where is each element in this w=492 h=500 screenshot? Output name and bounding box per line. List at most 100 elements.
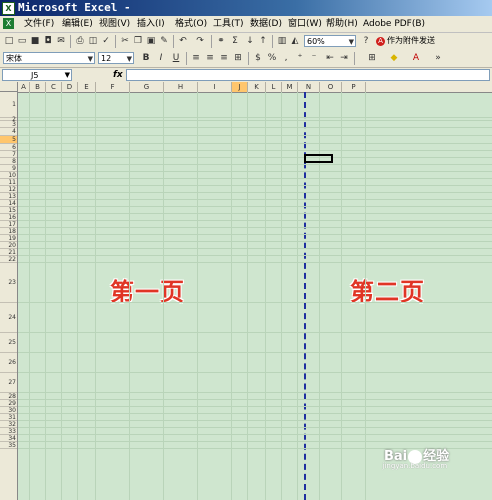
save-icon[interactable]: ■ (29, 35, 41, 47)
menu-format[interactable]: 格式(O) (175, 16, 207, 32)
underline-icon[interactable]: U (170, 52, 182, 64)
format-painter-icon[interactable]: ✎ (158, 35, 170, 47)
row-header-cell[interactable]: 34 (0, 435, 17, 442)
row-header-cell[interactable]: 4 (0, 128, 17, 136)
menu-adobe-pdf[interactable]: Adobe PDF(B) (363, 16, 425, 32)
row-header-cell[interactable]: 16 (0, 214, 17, 221)
row-header-cell[interactable]: 13 (0, 193, 17, 200)
row-header-cell[interactable]: 14 (0, 200, 17, 207)
row-header-cell[interactable]: 12 (0, 186, 17, 193)
formula-input[interactable] (126, 69, 490, 81)
select-all-corner[interactable] (0, 82, 18, 92)
fill-color-icon[interactable]: ◆ (388, 52, 400, 64)
excel-icon[interactable]: X (2, 2, 15, 15)
row-header-cell[interactable]: 8 (0, 158, 17, 165)
row-header-cell[interactable]: 33 (0, 428, 17, 435)
merge-center-icon[interactable]: ⊞ (232, 52, 244, 64)
row-header-cell[interactable]: 24 (0, 303, 17, 333)
column-header-cell[interactable]: G (130, 82, 164, 92)
menu-edit[interactable]: 编辑(E) (62, 16, 93, 32)
menu-view[interactable]: 视图(V) (99, 16, 130, 32)
column-header-cell[interactable]: L (266, 82, 282, 92)
column-header-cell[interactable]: J (232, 82, 248, 92)
active-cell[interactable] (304, 154, 333, 163)
font-color-icon[interactable]: A (410, 52, 422, 64)
row-header-cell[interactable]: 21 (0, 249, 17, 256)
comma-icon[interactable]: , (280, 52, 292, 64)
spelling-icon[interactable]: ✓ (100, 35, 112, 47)
hyperlink-icon[interactable]: ⚭ (215, 35, 227, 47)
italic-icon[interactable]: I (155, 52, 167, 64)
row-header-cell[interactable]: 3 (0, 121, 17, 128)
column-header-cell[interactable]: I (198, 82, 232, 92)
autosum-icon[interactable]: Σ (229, 35, 241, 47)
paste-icon[interactable]: ▣ (145, 35, 157, 47)
column-header-cell[interactable]: F (96, 82, 130, 92)
increase-decimal-icon[interactable]: ⁺ (294, 52, 306, 64)
cut-icon[interactable]: ✂ (119, 35, 131, 47)
decrease-indent-icon[interactable]: ⇤ (324, 52, 336, 64)
row-header-cell[interactable]: 28 (0, 393, 17, 400)
column-header-cell[interactable]: P (342, 82, 366, 92)
column-header-cell[interactable]: H (164, 82, 198, 92)
align-center-icon[interactable]: ≡ (204, 52, 216, 64)
row-header-cell[interactable]: 6 (0, 144, 17, 151)
row-header-cell[interactable]: 11 (0, 179, 17, 186)
font-size-select[interactable]: 12 ▼ (98, 52, 134, 64)
row-header-cell[interactable]: 5 (0, 136, 17, 144)
row-header-cell[interactable]: 1 (0, 92, 17, 118)
row-header-cell[interactable]: 22 (0, 256, 17, 263)
copy-icon[interactable]: ❐ (132, 35, 144, 47)
permission-icon[interactable]: ◘ (42, 35, 54, 47)
column-header-cell[interactable]: K (248, 82, 266, 92)
column-header-cell[interactable]: A (18, 82, 30, 92)
column-header-cell[interactable]: D (62, 82, 78, 92)
currency-icon[interactable]: $ (252, 52, 264, 64)
percent-icon[interactable]: % (266, 52, 278, 64)
row-header-cell[interactable]: 35 (0, 442, 17, 449)
toolbar-options-icon[interactable]: » (432, 52, 444, 64)
column-header-cell[interactable]: E (78, 82, 96, 92)
row-header-cell[interactable]: 10 (0, 172, 17, 179)
drawing-icon[interactable]: ◭ (289, 35, 301, 47)
row-header-cell[interactable]: 17 (0, 221, 17, 228)
row-header-cell[interactable]: 18 (0, 228, 17, 235)
decrease-decimal-icon[interactable]: ⁻ (308, 52, 320, 64)
row-header-cell[interactable]: 19 (0, 235, 17, 242)
sort-descending-icon[interactable]: ↑ (257, 35, 269, 47)
row-header-cell[interactable]: 30 (0, 407, 17, 414)
font-name-select[interactable]: 宋体 ▼ (3, 52, 95, 64)
print-preview-icon[interactable]: ◫ (87, 35, 99, 47)
pdf-send-attachment-button[interactable]: A 作为附件发送 (376, 35, 435, 47)
row-header-cell[interactable]: 31 (0, 414, 17, 421)
increase-indent-icon[interactable]: ⇥ (338, 52, 350, 64)
fx-icon[interactable]: fx (113, 69, 123, 81)
menu-data[interactable]: 数据(D) (250, 16, 282, 32)
worksheet[interactable]: ABCDEFGHIJKLMNOP 1 2 3 4 5 6 7 8 9 10 11 12 13 14 15 16… (0, 82, 492, 500)
new-icon[interactable]: □ (3, 35, 15, 47)
borders-icon[interactable]: ⊞ (366, 52, 378, 64)
zoom-select[interactable]: 60% ▼ (304, 35, 356, 47)
open-icon[interactable]: ▭ (16, 35, 28, 47)
sort-ascending-icon[interactable]: ↓ (244, 35, 256, 47)
menu-window[interactable]: 窗口(W) (288, 16, 322, 32)
menu-tools[interactable]: 工具(T) (213, 16, 244, 32)
column-header-cell[interactable]: O (320, 82, 342, 92)
align-right-icon[interactable]: ≡ (218, 52, 230, 64)
row-header-cell[interactable]: 7 (0, 151, 17, 158)
row-header-cell[interactable]: 9 (0, 165, 17, 172)
undo-icon[interactable]: ↶ (177, 35, 189, 47)
redo-icon[interactable]: ↷ (194, 35, 206, 47)
row-header-cell[interactable]: 20 (0, 242, 17, 249)
help-icon[interactable]: ? (360, 35, 372, 47)
row-header-cell[interactable]: 25 (0, 333, 17, 353)
cell-grid[interactable]: 第一页 第二页 (18, 92, 492, 500)
column-header-cell[interactable]: N (298, 82, 320, 92)
row-header-cell[interactable]: 32 (0, 421, 17, 428)
name-box[interactable]: J5 ▼ (2, 69, 72, 81)
bold-icon[interactable]: B (140, 52, 152, 64)
row-header-cell[interactable]: 15 (0, 207, 17, 214)
workbook-icon[interactable]: X (3, 18, 14, 29)
print-icon[interactable]: ⎙ (74, 35, 86, 47)
menu-file[interactable]: 文件(F) (24, 16, 54, 32)
